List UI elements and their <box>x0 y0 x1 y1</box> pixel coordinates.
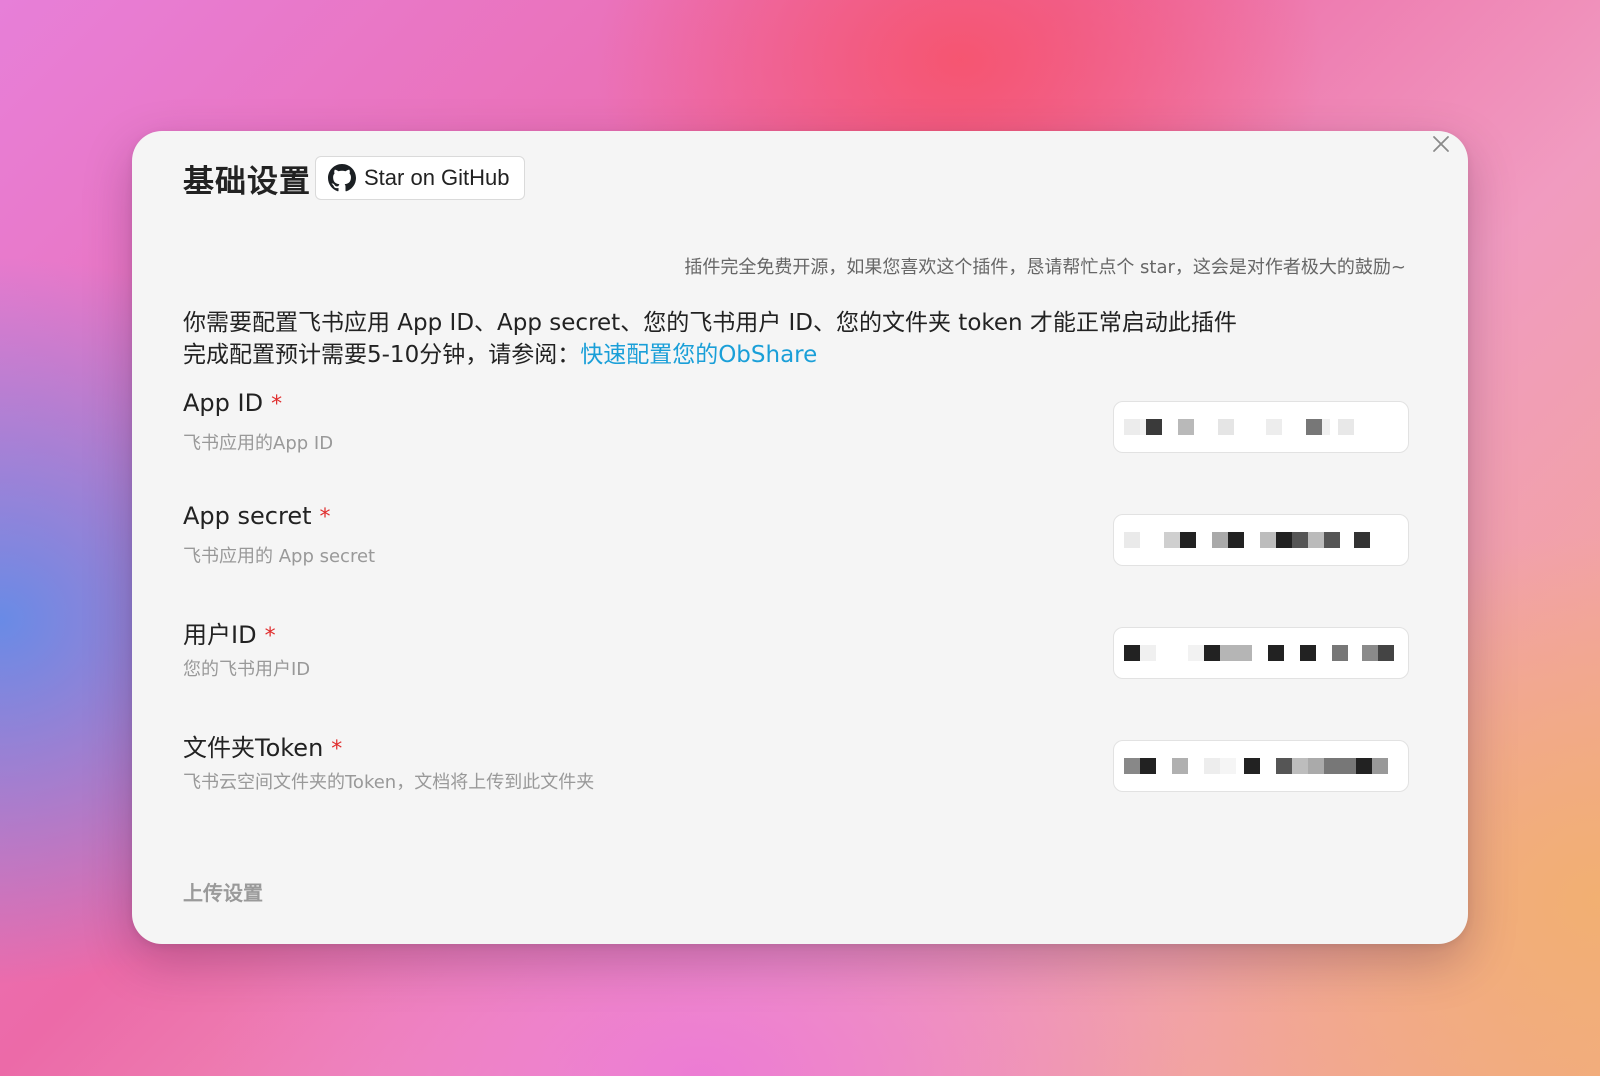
settings-modal: 基础设置 Star on GitHub 插件完全免费开源，如果您喜欢这个插件，恳… <box>132 131 1468 944</box>
intro-line-2: 完成配置预计需要5-10分钟，请参阅：快速配置您的ObShare <box>183 339 1237 371</box>
user-id-input[interactable] <box>1113 627 1409 679</box>
modal-title: 基础设置 <box>183 163 311 200</box>
app-secret-input[interactable] <box>1113 514 1409 566</box>
redacted-value <box>1124 532 1370 548</box>
quick-setup-link[interactable]: 快速配置您的ObShare <box>580 342 817 368</box>
user-id-label-row: 用户ID * <box>183 615 276 650</box>
app-id-description: 飞书应用的App ID <box>183 433 334 454</box>
modal-header: 基础设置 Star on GitHub <box>183 155 525 201</box>
redacted-value <box>1124 645 1394 661</box>
folder-token-label-row: 文件夹Token * <box>183 728 342 763</box>
app-secret-field: App secret * 飞书应用的 App secret <box>183 502 1409 586</box>
intro-line-1: 你需要配置飞书应用 App ID、App secret、您的飞书用户 ID、您的… <box>183 310 1237 336</box>
user-id-label: 用户ID <box>183 621 257 649</box>
app-secret-label: App secret <box>183 502 312 530</box>
user-id-description: 您的飞书用户ID <box>183 659 311 680</box>
folder-token-field: 文件夹Token * 飞书云空间文件夹的Token，文档将上传到此文件夹 <box>183 728 1409 812</box>
required-mark: * <box>319 505 331 530</box>
star-on-github-button[interactable]: Star on GitHub <box>315 156 525 200</box>
folder-token-description: 飞书云空间文件夹的Token，文档将上传到此文件夹 <box>183 772 595 793</box>
upload-settings-heading: 上传设置 <box>183 881 263 905</box>
intro-text: 你需要配置飞书应用 App ID、App secret、您的飞书用户 ID、您的… <box>183 307 1237 371</box>
app-secret-description: 飞书应用的 App secret <box>183 546 376 567</box>
folder-token-input[interactable] <box>1113 740 1409 792</box>
app-id-input[interactable] <box>1113 401 1409 453</box>
required-mark: * <box>331 737 343 762</box>
redacted-value <box>1124 419 1354 435</box>
required-mark: * <box>264 624 276 649</box>
intro-line-2-prefix: 完成配置预计需要5-10分钟，请参阅： <box>183 342 581 368</box>
redacted-value <box>1124 758 1388 774</box>
close-button[interactable] <box>1430 133 1452 155</box>
app-id-label: App ID <box>183 389 264 417</box>
close-icon <box>1433 136 1449 152</box>
user-id-field: 用户ID * 您的飞书用户ID <box>183 615 1409 699</box>
github-icon <box>328 164 356 192</box>
app-id-label-row: App ID * <box>183 389 282 417</box>
required-mark: * <box>271 392 283 417</box>
app-id-field: App ID * 飞书应用的App ID <box>183 389 1409 473</box>
folder-token-label: 文件夹Token <box>183 734 324 762</box>
free-open-source-notice: 插件完全免费开源，如果您喜欢这个插件，恳请帮忙点个 star，这会是对作者极大的… <box>684 257 1406 278</box>
github-button-label: Star on GitHub <box>364 165 510 190</box>
app-secret-label-row: App secret * <box>183 502 331 530</box>
